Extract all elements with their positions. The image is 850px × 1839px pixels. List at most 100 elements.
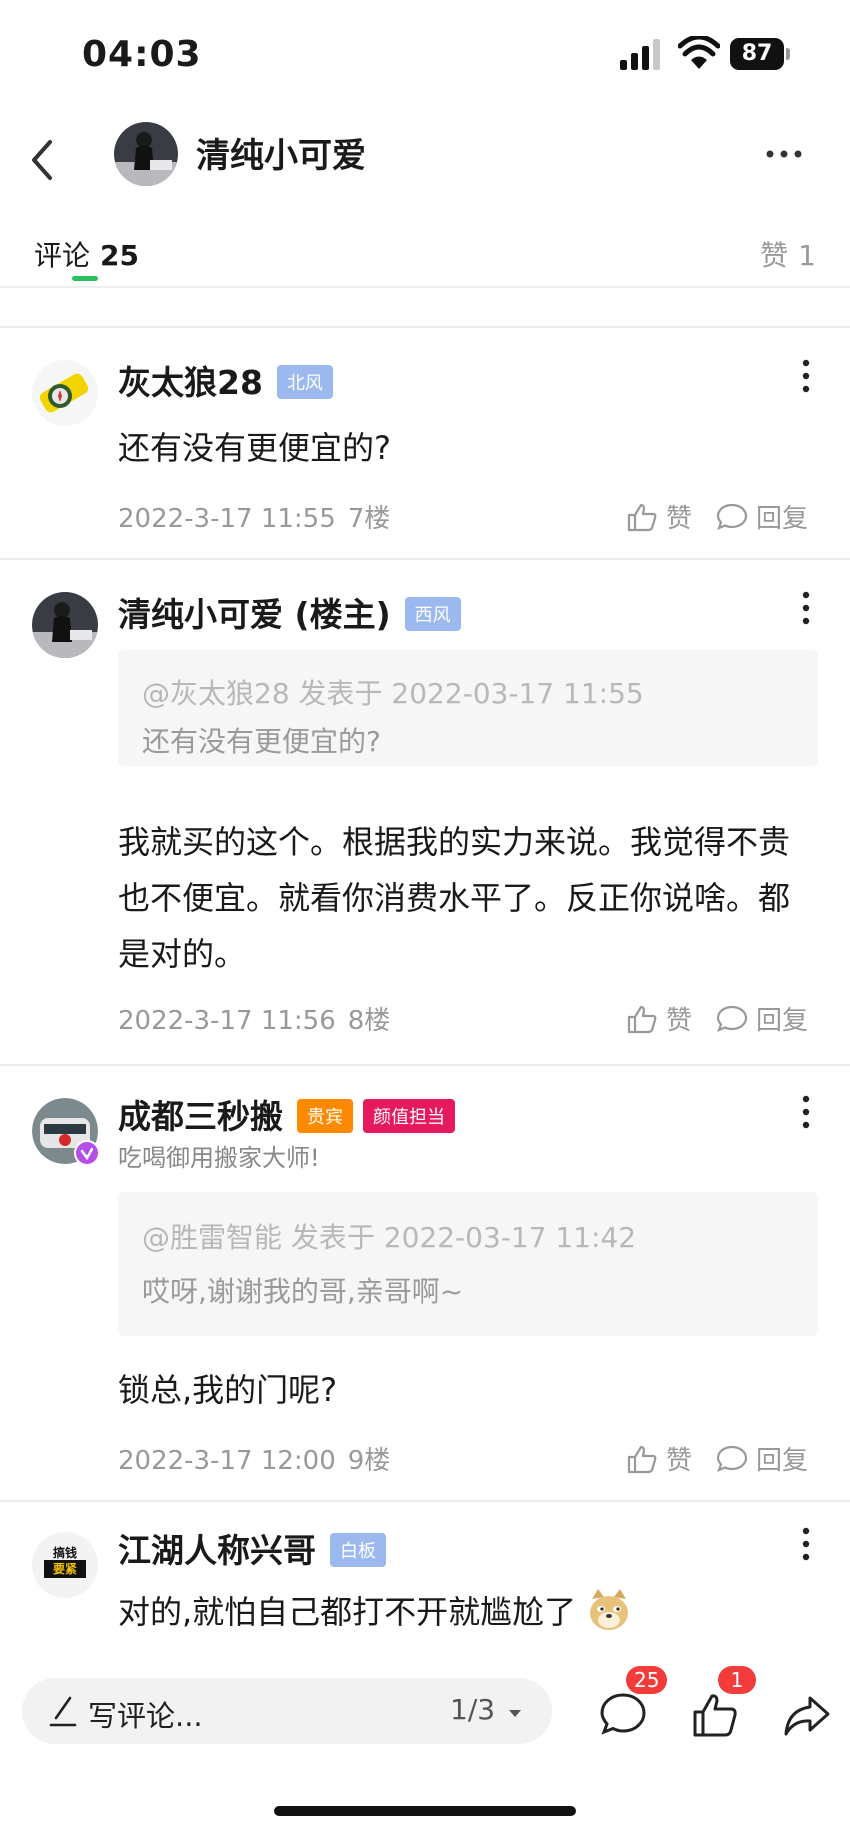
reply-button[interactable]: 回复: [716, 1440, 808, 1477]
compose-comment-input[interactable]: 写评论... 1/3: [22, 1678, 552, 1744]
battery-level: 87: [730, 38, 784, 70]
status-bar: 04:03 87: [0, 0, 850, 110]
quote-text: 还有没有更便宜的?: [142, 725, 381, 758]
comment-count-badge: 25: [626, 1666, 668, 1694]
comment-icon: [716, 503, 748, 530]
status-time: 04:03: [82, 34, 202, 75]
comment-icon: [716, 1445, 748, 1472]
home-indicator: [274, 1806, 576, 1816]
quoted-comment[interactable]: @胜雷智能 发表于 2022-03-17 11:42 哎呀,谢谢我的哥,亲哥啊~: [118, 1192, 818, 1336]
comment-text-content: 对的,就怕自己都打不开就尴尬了: [118, 1593, 577, 1631]
level-badge: 白板: [330, 1532, 386, 1567]
thumbs-up-icon: [627, 503, 657, 531]
thumbs-up-icon: [627, 1445, 657, 1473]
more-vertical-icon[interactable]: [798, 1094, 814, 1130]
quote-text: 哎呀,谢谢我的哥,亲哥啊~: [142, 1275, 464, 1308]
commenter-avatar[interactable]: 搞钱 要紧: [32, 1532, 98, 1598]
comment-item: 灰太狼28 北风 还有没有更便宜的? 2022-3-17 11:55 7楼 赞 回复: [0, 328, 850, 558]
tab-likes-label: 赞: [760, 239, 789, 272]
more-vertical-icon[interactable]: [798, 590, 814, 626]
comment-icon[interactable]: [598, 1690, 648, 1740]
page-indicator: 1/3: [450, 1693, 496, 1726]
like-count-badge: 1: [718, 1666, 756, 1694]
thumbs-up-icon[interactable]: [690, 1690, 740, 1740]
tab-bar: 评论 25 赞1: [0, 210, 850, 288]
tab-likes[interactable]: 赞1: [760, 234, 816, 274]
vip-badge: 贵宾: [297, 1098, 353, 1133]
avatar-text-bottom: 要紧: [44, 1560, 86, 1578]
avatar-text-top: 搞钱: [52, 1546, 77, 1560]
cellular-signal-icon: [620, 39, 660, 70]
commenter-avatar[interactable]: [32, 592, 98, 658]
commenter-avatar[interactable]: [32, 360, 98, 426]
commenter-name-text: 清纯小可爱 (楼主): [118, 595, 391, 634]
more-vertical-icon[interactable]: [798, 358, 814, 394]
like-label: 赞: [666, 1446, 693, 1476]
more-vertical-icon[interactable]: [798, 1526, 814, 1562]
commenter-avatar[interactable]: [32, 1098, 100, 1166]
tab-comments-label: 评论: [34, 239, 91, 272]
comment-time: 2022-3-17 11:55: [118, 504, 336, 534]
commenter-name-text: 江湖人称兴哥: [118, 1531, 316, 1570]
like-label: 赞: [666, 504, 693, 534]
caret-down-icon: [509, 1710, 521, 1717]
doge-emoji-icon: [590, 1589, 629, 1630]
verified-icon: [74, 1140, 100, 1166]
chevron-left-icon[interactable]: [22, 130, 62, 190]
page-title: 清纯小可爱: [196, 136, 366, 176]
comment-text: 我就买的这个。根据我的实力来说。我觉得不贵也不便宜。就看你消费水平了。反正你说啥…: [118, 823, 791, 973]
comment-meta: 2022-3-17 12:00 9楼: [118, 1440, 390, 1477]
quoted-comment[interactable]: @灰太狼28 发表于 2022-03-17 11:55 还有没有更便宜的?: [118, 650, 818, 766]
commenter-name[interactable]: 灰太狼28 北风: [118, 356, 333, 404]
active-tab-indicator: [72, 276, 98, 281]
comment-floor: 8楼: [347, 1006, 391, 1036]
reply-label: 回复: [756, 1006, 809, 1036]
wifi-icon: [678, 36, 720, 69]
comment-item: 成都三秒搬 贵宾 颜值担当 吃喝御用搬家大师! @胜雷智能 发表于 2022-03-…: [0, 1066, 850, 1500]
commenter-name[interactable]: 清纯小可爱 (楼主) 西风: [118, 588, 461, 636]
comment-item: 搞钱 要紧 江湖人称兴哥 白板 对的,就怕自己都打不开就尴尬了: [0, 1502, 850, 1662]
level-badge: 北风: [276, 364, 333, 399]
like-label: 赞: [666, 1006, 693, 1036]
comment-floor: 9楼: [347, 1446, 391, 1476]
compose-placeholder: 写评论...: [88, 1699, 203, 1733]
comment-text: 对的,就怕自己都打不开就尴尬了: [118, 1584, 818, 1640]
like-button[interactable]: 赞: [626, 498, 692, 535]
commenter-signature: 吃喝御用搬家大师!: [118, 1144, 320, 1172]
commenter-name[interactable]: 成都三秒搬 贵宾 颜值担当: [118, 1090, 455, 1138]
level-badge: 西风: [404, 596, 461, 631]
tab-comments-count: 25: [100, 239, 139, 272]
tab-comments[interactable]: 评论 25: [34, 234, 139, 274]
commenter-name-text: 成都三秒搬: [118, 1097, 283, 1136]
comment-text: 锁总,我的门呢?: [118, 1371, 338, 1409]
comment-meta: 2022-3-17 11:55 7楼: [118, 498, 390, 535]
commenter-name-text: 灰太狼28: [118, 363, 263, 402]
author-avatar[interactable]: [114, 122, 178, 186]
pen-icon: [49, 1696, 77, 1727]
commenter-name[interactable]: 江湖人称兴哥 白板: [118, 1524, 386, 1572]
comment-item: 清纯小可爱 (楼主) 西风 @灰太狼28 发表于 2022-03-17 11:55…: [0, 560, 850, 1064]
comment-time: 2022-3-17 12:00: [118, 1446, 336, 1476]
like-button[interactable]: 赞: [626, 1440, 692, 1477]
comment-floor: 7楼: [347, 504, 391, 534]
comment-meta: 2022-3-17 11:56 8楼: [118, 1000, 390, 1037]
like-button[interactable]: 赞: [626, 1000, 692, 1037]
battery-icon: 87: [730, 38, 790, 70]
previous-comment-partial: [0, 288, 850, 328]
quote-header: @胜雷智能 发表于 2022-03-17 11:42: [142, 1221, 637, 1254]
reply-label: 回复: [756, 504, 809, 534]
share-icon[interactable]: [782, 1690, 832, 1740]
more-horizontal-icon[interactable]: [764, 146, 804, 162]
quote-header: @灰太狼28 发表于 2022-03-17 11:55: [142, 677, 644, 710]
comment-text: 还有没有更便宜的?: [118, 429, 391, 467]
bottom-bar: 写评论... 1/3 25 1: [0, 1660, 850, 1780]
reply-button[interactable]: 回复: [716, 498, 808, 535]
reply-button[interactable]: 回复: [716, 1000, 808, 1037]
tab-likes-count: 1: [798, 239, 816, 272]
page-selector[interactable]: 1/3: [450, 1693, 522, 1726]
comment-time: 2022-3-17 11:56: [118, 1006, 336, 1036]
title-badge: 颜值担当: [363, 1098, 455, 1133]
reply-label: 回复: [756, 1446, 809, 1476]
thumbs-up-icon: [627, 1005, 657, 1033]
comment-icon: [716, 1005, 748, 1032]
